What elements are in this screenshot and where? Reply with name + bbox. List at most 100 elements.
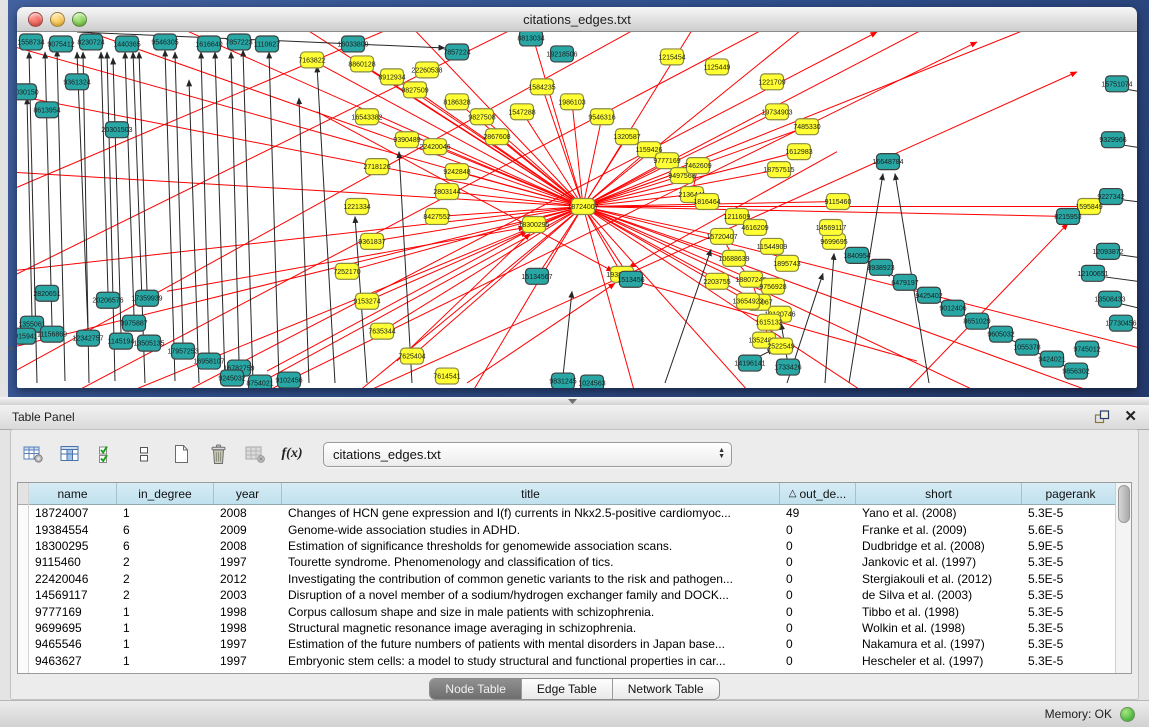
table-row[interactable]: 911546021997Tourette syndrome. Phenomeno… [29,554,1115,570]
graph-node-7462609[interactable]: 7462609 [684,158,711,174]
graph-node-8186328[interactable]: 8186328 [443,94,470,110]
citation-edge-red[interactable] [583,207,1068,217]
graph-node-16543382[interactable]: 16543382 [351,109,382,125]
column-header-in_degree[interactable]: in_degree [117,483,214,504]
graph-node-17359939[interactable]: 17359939 [131,290,162,306]
graph-node-11544909[interactable]: 11544909 [757,238,788,254]
tab-edge-table[interactable]: Edge Table [522,679,613,699]
graph-node-9756928[interactable]: 9756928 [759,278,786,294]
network-window[interactable]: citations_edges.txt 15587349075412823072… [17,7,1137,388]
graph-node-9242848[interactable]: 9242848 [443,164,470,180]
graph-node-18724007[interactable]: 18724007 [567,199,598,215]
graph-node-9329966[interactable]: 9329966 [1099,132,1126,148]
table-row[interactable]: 1938455462009Genome-wide association stu… [29,521,1115,537]
citation-network-graph[interactable]: 1558734907541282307241440365954630516166… [17,32,1137,388]
graph-node-9425402[interactable]: 9425402 [915,287,942,303]
graph-node-12100651[interactable]: 12100651 [1077,265,1108,281]
graph-node-9245032[interactable]: 9245032 [218,370,245,386]
graph-node-9827508[interactable]: 9827508 [468,109,495,125]
graph-node-1110627[interactable]: 1110627 [254,36,280,52]
graph-node-9361324[interactable]: 9361324 [63,74,90,90]
citation-edge-black[interactable] [665,249,711,383]
table-row[interactable]: 1456911722003Disruption of a novel membe… [29,587,1115,603]
citation-edge-black[interactable] [165,50,175,381]
column-header-short[interactable]: short [856,483,1022,504]
graph-node-22260538[interactable]: 22260538 [411,62,442,78]
split-pane-handle-icon[interactable] [568,399,577,404]
table-row[interactable]: 946362711997Embryonic stem cells: a mode… [29,653,1115,669]
graph-node-7857223[interactable]: 7857223 [225,34,252,50]
citation-edge-black[interactable] [231,52,239,361]
graph-node-17730456[interactable]: 17730456 [1105,315,1136,331]
graph-node-1547288[interactable]: 1547288 [508,104,535,120]
graph-node-13508433[interactable]: 13508433 [1094,291,1125,307]
show-columns-button[interactable] [58,442,82,466]
graph-node-4616209[interactable]: 4616209 [741,219,768,235]
graph-node-1221334[interactable]: 1221334 [343,199,370,215]
citation-edge-black[interactable] [133,52,145,383]
graph-node-14569117[interactable]: 14569117 [816,219,847,235]
graph-node-20301503[interactable]: 20301503 [101,122,132,138]
column-header-title[interactable]: title [282,483,780,504]
citation-edge-red[interactable] [17,207,583,272]
citation-edge-black[interactable] [101,52,108,293]
graph-node-12093872[interactable]: 12093872 [1092,243,1123,259]
graph-node-8613954[interactable]: 8613954 [33,102,60,118]
graph-node-19218506[interactable]: 19218506 [546,46,577,62]
graph-node-1513456[interactable]: 1513456 [617,271,644,287]
graph-node-9102456[interactable]: 9102456 [275,372,302,388]
graph-node-9227342[interactable]: 9227342 [1097,189,1124,205]
citation-edge-black[interactable] [201,52,209,354]
graph-node-19734903[interactable]: 19734903 [761,104,792,120]
graph-node-16648784[interactable]: 16648784 [872,154,903,170]
zoom-window-button[interactable] [72,12,87,27]
graph-node-9605032[interactable]: 9605032 [987,326,1014,342]
column-header-pagerank[interactable]: pagerank [1022,483,1115,504]
graph-node-2803144[interactable]: 2803144 [433,184,460,200]
graph-node-7635344[interactable]: 7635344 [368,323,395,339]
graph-node-1840954[interactable]: 1840954 [843,247,870,263]
table-row[interactable]: 2242004622012Investigating the contribut… [29,571,1115,587]
graph-node-1895743[interactable]: 1895743 [773,255,800,271]
graph-node-1221709[interactable]: 1221709 [758,74,785,90]
graph-node-9424021[interactable]: 9424021 [1038,351,1065,367]
column-header-out_de[interactable]: △out_de... [780,483,856,504]
graph-node-7163822[interactable]: 7163822 [298,52,325,68]
table-row[interactable]: 1830029562008Estimation of significance … [29,538,1115,554]
graph-node-8215953[interactable]: 8215953 [1054,209,1081,225]
function-builder-button[interactable]: f(x) [280,442,304,466]
graph-node-1733426[interactable]: 1733426 [774,359,801,375]
network-window-titlebar[interactable]: citations_edges.txt [17,7,1137,32]
delete-column-button[interactable] [206,442,230,466]
row-height-button[interactable] [132,442,156,466]
create-column-button[interactable] [169,442,193,466]
graph-node-1584235[interactable]: 1584235 [528,79,555,95]
citation-edge-red[interactable] [17,32,657,381]
graph-node-1125449[interactable]: 1125449 [704,59,731,75]
graph-node-2867608[interactable]: 2867608 [483,129,510,145]
graph-node-8427552[interactable]: 8427552 [423,209,450,225]
graph-node-6479197[interactable]: 6479197 [891,274,918,290]
graph-node-9745012[interactable]: 9745012 [1073,341,1100,357]
graph-node-1612983[interactable]: 1612983 [785,144,812,160]
graph-node-8938923[interactable]: 8938923 [867,259,894,275]
table-vertical-scrollbar[interactable] [1115,483,1131,673]
graph-node-9153274[interactable]: 9153274 [353,293,380,309]
graph-node-20206576[interactable]: 20206576 [92,292,123,308]
graph-node-12342757[interactable]: 12342757 [72,330,103,346]
graph-node-1986103[interactable]: 1986103 [558,94,585,110]
graph-node-9975887[interactable]: 9975887 [120,315,147,331]
table-row[interactable]: 946554611997Estimation of the future num… [29,636,1115,652]
citation-edge-black[interactable] [299,98,309,383]
graph-node-2203755[interactable]: 2203755 [703,273,730,289]
table-settings-button[interactable] [21,442,45,466]
graph-node-9075412[interactable]: 9075412 [47,36,74,52]
panel-collapse-arrow-icon[interactable]: ◂ [8,343,13,354]
citation-edge-black[interactable] [563,291,572,376]
graph-node-2030150[interactable]: 2030150 [17,84,39,100]
graph-node-9856302[interactable]: 9856302 [1062,363,1089,379]
graph-node-2820651[interactable]: 2820651 [33,285,60,301]
citation-edge-black[interactable] [77,52,88,331]
graph-node-1320587[interactable]: 1320587 [613,129,640,145]
graph-node-1615132[interactable]: 1615132 [755,314,782,330]
